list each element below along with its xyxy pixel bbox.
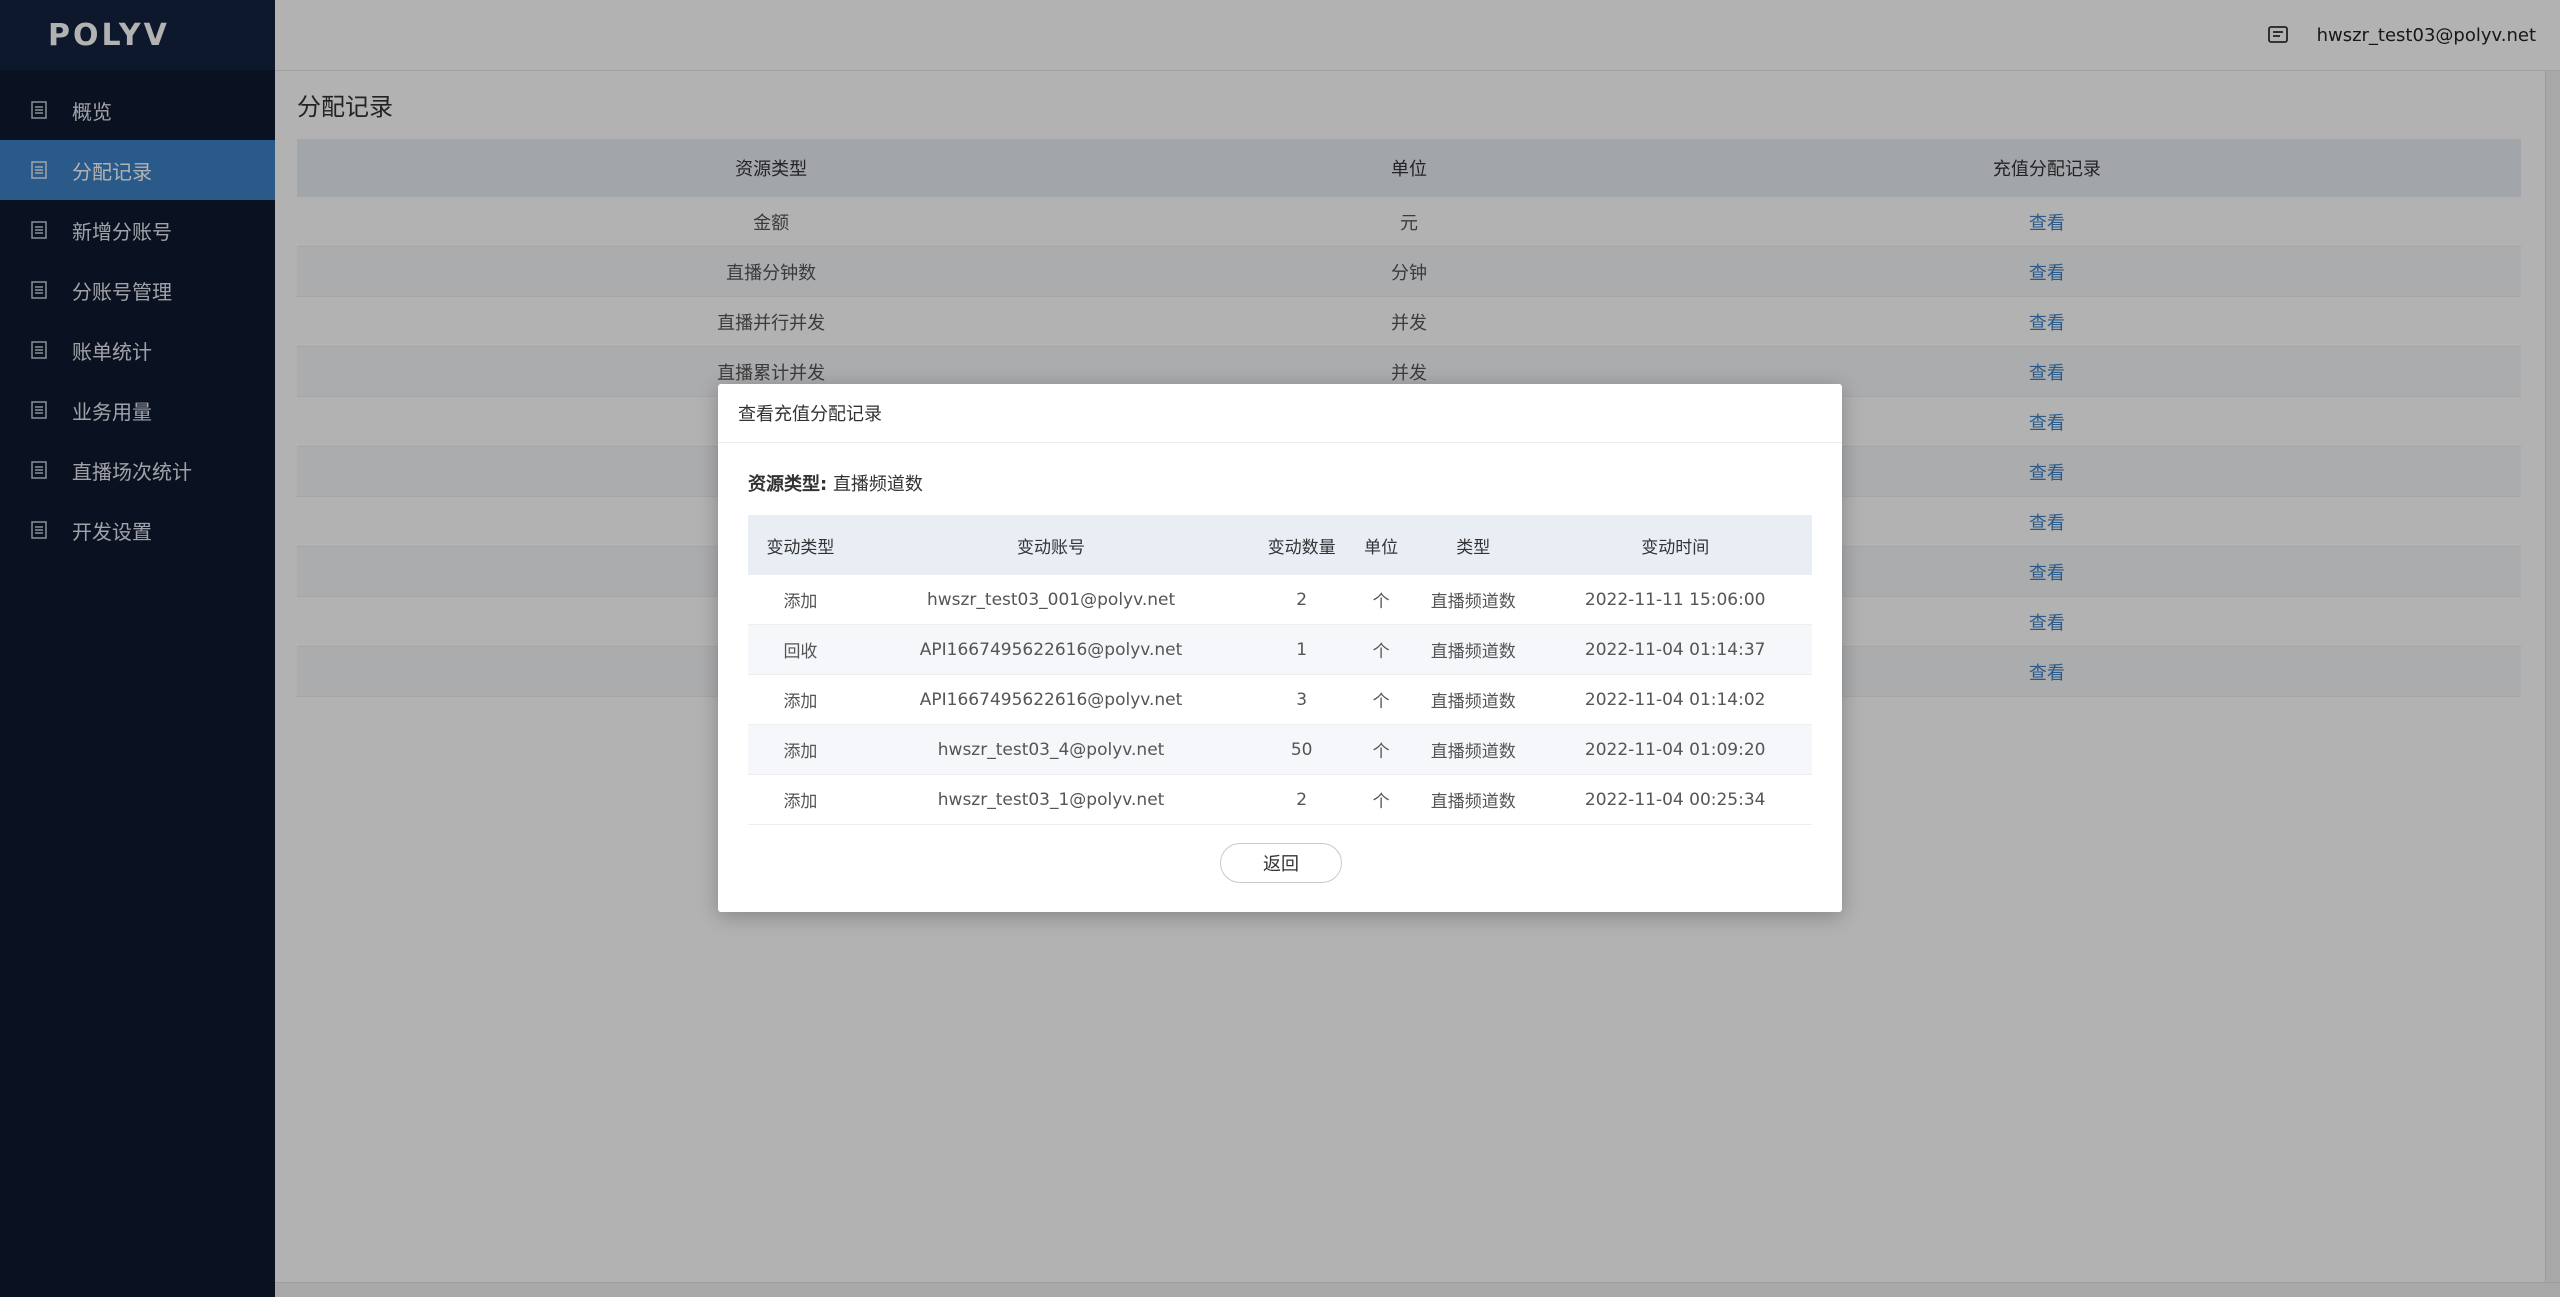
change-type-cell: 添加 <box>748 724 853 775</box>
table-row: 添加 hwszr_test03_1@polyv.net 2 个 直播频道数 20… <box>748 774 1812 825</box>
table-row: 添加 hwszr_test03_4@polyv.net 50 个 直播频道数 2… <box>748 724 1812 775</box>
column-header: 变动账号 <box>852 515 1250 575</box>
change-type-cell: 添加 <box>748 575 853 625</box>
time-cell: 2022-11-04 00:25:34 <box>1538 774 1812 825</box>
resource-type-value: 直播频道数 <box>832 474 923 495</box>
column-header: 单位 <box>1354 515 1409 575</box>
change-type-cell: 添加 <box>748 674 853 725</box>
table-row: 添加 hwszr_test03_001@polyv.net 2 个 直播频道数 … <box>748 575 1812 625</box>
table-row: 回收 API1667495622616@polyv.net 1 个 直播频道数 … <box>748 624 1812 675</box>
type-cell: 直播频道数 <box>1408 624 1539 675</box>
table-row: 添加 API1667495622616@polyv.net 3 个 直播频道数 … <box>748 674 1812 725</box>
time-cell: 2022-11-04 01:14:37 <box>1538 624 1812 675</box>
quantity-cell: 1 <box>1249 624 1355 675</box>
time-cell: 2022-11-11 15:06:00 <box>1538 575 1812 625</box>
account-cell: hwszr_test03_4@polyv.net <box>852 724 1250 775</box>
column-header: 变动数量 <box>1249 515 1355 575</box>
column-header: 变动时间 <box>1538 515 1812 575</box>
quantity-cell: 2 <box>1249 575 1355 625</box>
type-cell: 直播频道数 <box>1408 575 1539 625</box>
resource-type-line: 资源类型: 直播频道数 <box>748 470 923 496</box>
account-cell: hwszr_test03_001@polyv.net <box>852 575 1250 625</box>
quantity-cell: 2 <box>1249 774 1355 825</box>
type-cell: 直播频道数 <box>1408 724 1539 775</box>
change-type-cell: 添加 <box>748 774 853 825</box>
type-cell: 直播频道数 <box>1408 774 1539 825</box>
modal-title: 查看充值分配记录 <box>718 384 1842 443</box>
table-header-row: 变动类型 变动账号 变动数量 单位 类型 变动时间 <box>748 515 1812 575</box>
type-cell: 直播频道数 <box>1408 674 1539 725</box>
unit-cell: 个 <box>1354 575 1409 625</box>
column-header: 类型 <box>1408 515 1539 575</box>
account-cell: API1667495622616@polyv.net <box>852 624 1250 675</box>
time-cell: 2022-11-04 01:14:02 <box>1538 674 1812 725</box>
quantity-cell: 3 <box>1249 674 1355 725</box>
unit-cell: 个 <box>1354 624 1409 675</box>
change-type-cell: 回收 <box>748 624 853 675</box>
unit-cell: 个 <box>1354 674 1409 725</box>
back-button[interactable]: 返回 <box>1220 843 1342 883</box>
column-header: 变动类型 <box>748 515 853 575</box>
account-cell: hwszr_test03_1@polyv.net <box>852 774 1250 825</box>
time-cell: 2022-11-04 01:09:20 <box>1538 724 1812 775</box>
account-cell: API1667495622616@polyv.net <box>852 674 1250 725</box>
quantity-cell: 50 <box>1249 724 1355 775</box>
unit-cell: 个 <box>1354 774 1409 825</box>
change-records-table: 变动类型 变动账号 变动数量 单位 类型 变动时间 添加 hwszr_test0… <box>748 515 1812 825</box>
unit-cell: 个 <box>1354 724 1409 775</box>
recharge-allocation-modal: 查看充值分配记录 资源类型: 直播频道数 变动类型 变动账号 变动数量 单位 类… <box>718 384 1842 912</box>
resource-type-label: 资源类型: <box>748 474 828 495</box>
